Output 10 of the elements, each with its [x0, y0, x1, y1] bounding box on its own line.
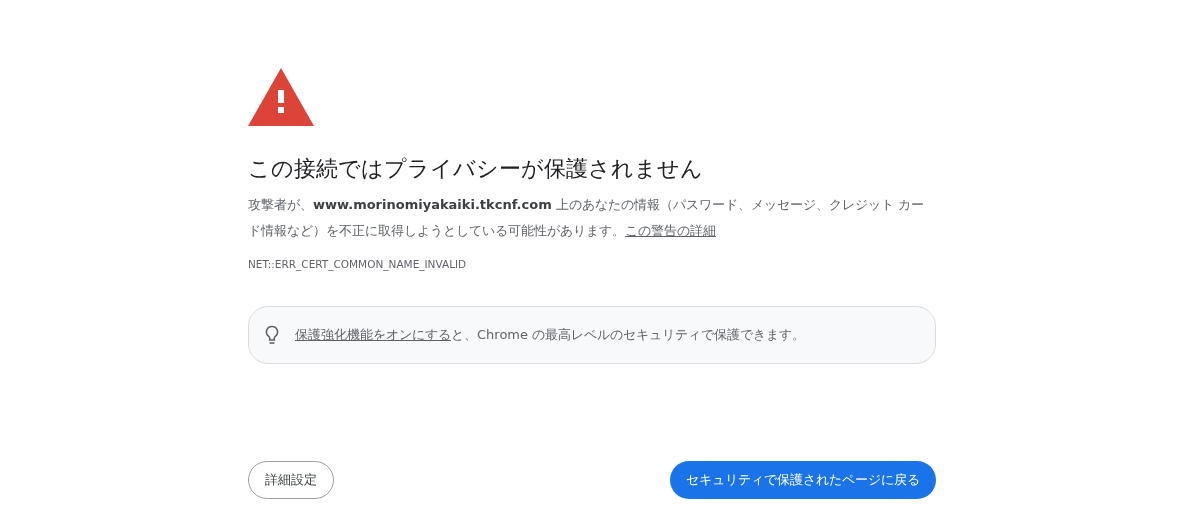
learn-more-link[interactable]: この警告の詳細 [625, 223, 716, 238]
advanced-button[interactable]: 詳細設定 [248, 461, 334, 499]
lightbulb-icon [265, 325, 279, 345]
tip-text: 保護強化機能をオンにする と、Chrome の最高レベルのセキュリティで保護できます。 [295, 326, 806, 344]
enhanced-protection-link[interactable]: 保護強化機能をオンにする [295, 327, 451, 342]
page-heading: この接続ではプライバシーが保護されません [248, 155, 704, 183]
back-to-safety-button[interactable]: セキュリティで保護されたページに戻る [670, 461, 936, 499]
error-code: NET::ERR_CERT_COMMON_NAME_INVALID [248, 258, 468, 270]
warning-icon [248, 68, 314, 126]
warning-description: 攻撃者が、www.morinomiyakaiki.tkcnf.com 上のあなたの情報（パスワード、メッセージ、クレジット カード情報など）を不正に取得しようとしている可能性があります。この警告の詳細 [248, 196, 925, 240]
